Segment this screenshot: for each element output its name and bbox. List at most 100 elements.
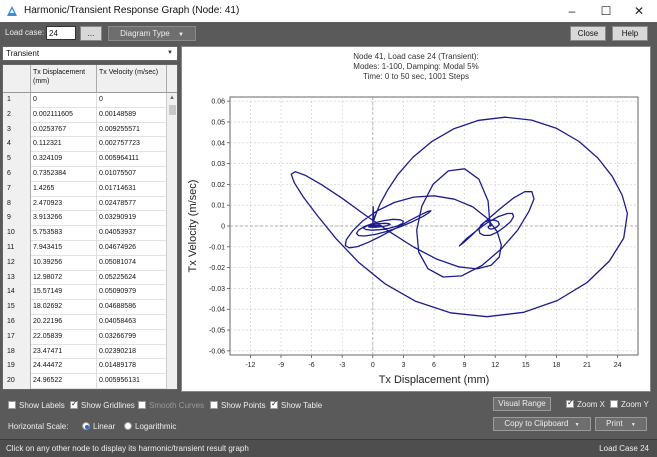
y-tick-label: -0.04: [209, 307, 225, 314]
velocity-cell: 0.04058463: [99, 318, 136, 325]
x-tick-label: 15: [522, 362, 530, 369]
table-row[interactable]: 2 0.002111605 0.00148589: [3, 107, 167, 123]
left-panel: Transient ▼ Tx Displacement (mm) Tx Velo…: [2, 46, 178, 392]
chart-title-line: Modes: 1-100, Damping: Modal 5%: [353, 62, 478, 71]
analysis-mode-select[interactable]: Transient ▼: [2, 46, 178, 61]
row-number-cell: 3: [3, 122, 31, 138]
show-gridlines-checkbox[interactable]: Show Gridlines: [70, 399, 135, 410]
table-row[interactable]: 4 0.112321 0.002757723: [3, 137, 167, 153]
row-number-cell: 16: [3, 315, 31, 330]
app-logo-icon: [7, 6, 17, 16]
table-row[interactable]: 13 12.98072 0.05225624: [3, 270, 167, 286]
velocity-cell: 0.00148589: [99, 110, 136, 118]
table-row[interactable]: 6 0.7352384 0.01075507: [3, 167, 167, 182]
status-bar: Click on any other node to display its h…: [0, 439, 657, 457]
x-tick-label: -6: [308, 362, 314, 369]
velocity-cell: 0.01714631: [99, 184, 136, 192]
show-labels-checkbox[interactable]: Show Labels: [8, 401, 65, 410]
x-axis-label: Tx Displacement (mm): [379, 374, 490, 386]
row-number-cell: 8: [3, 196, 31, 212]
table-row[interactable]: 3 0.0253767 0.009255571: [3, 122, 167, 138]
radio-unselected: [124, 422, 132, 430]
copy-to-clipboard-dropdown[interactable]: Copy to Clipboard ▼: [493, 417, 591, 431]
linear-radio[interactable]: Linear: [82, 422, 115, 431]
table-row[interactable]: 16 20.22196 0.04058463: [3, 315, 167, 330]
results-table[interactable]: Tx Displacement (mm) Tx Velocity (m/sec)…: [2, 64, 178, 390]
load-case-input[interactable]: [46, 26, 76, 40]
displacement-cell: 5.753583: [33, 226, 97, 241]
scroll-up-icon[interactable]: ▲: [169, 95, 175, 101]
velocity-cell: 0.04053937: [99, 229, 136, 237]
show-table-checkbox[interactable]: Show Table: [270, 399, 322, 410]
velocity-cell: 0.005964111: [99, 155, 139, 163]
velocity-cell: 0.04674926: [99, 244, 136, 251]
table-row[interactable]: 14 15.57149 0.05090979: [3, 285, 167, 301]
checkbox-box: [8, 401, 16, 409]
zoom-x-text: Zoom X: [577, 400, 606, 409]
zoom-x-checkbox[interactable]: Zoom X: [566, 398, 606, 409]
displacement-cell: 18.02692: [33, 300, 97, 315]
velocity-cell: 0.03290919: [99, 214, 136, 222]
row-number-cell: 13: [3, 270, 31, 286]
chevron-down-icon: ▼: [177, 32, 184, 38]
velocity-cell: 0.01075507: [99, 170, 136, 177]
displacement-cell: 3.913266: [33, 211, 97, 227]
table-row[interactable]: 9 3.913266 0.03290919: [3, 211, 167, 227]
velocity-cell: 0.03266799: [99, 332, 136, 340]
table-row[interactable]: 5 0.324109 0.005964111: [3, 152, 167, 167]
phase-plot[interactable]: Node 41, Load case 24 (Transient):Modes:…: [182, 47, 650, 391]
maximize-button[interactable]: ☐: [589, 0, 623, 22]
table-row[interactable]: 20 24.96522 0.005956131: [3, 374, 167, 389]
displacement-cell: 2.470923: [33, 196, 97, 212]
zoom-y-checkbox[interactable]: Zoom Y: [610, 400, 649, 409]
x-tick-label: -9: [278, 362, 284, 369]
help-button[interactable]: Help: [612, 26, 648, 41]
row-number-cell: 7: [3, 181, 31, 197]
checkbox-box-checked: [70, 399, 78, 409]
table-row[interactable]: 18 23.47471 0.02390218: [3, 344, 167, 360]
row-number-cell: 4: [3, 137, 31, 153]
chevron-down-icon: ▼: [167, 50, 173, 56]
velocity-cell: 0.02390218: [99, 347, 136, 355]
table-row[interactable]: 17 22.05839 0.03266799: [3, 329, 167, 345]
x-tick-label: 6: [432, 362, 436, 369]
x-tick-label: 3: [401, 362, 405, 369]
status-load-case: Load Case 24: [599, 444, 649, 453]
visual-range-button[interactable]: Visual Range: [493, 397, 551, 411]
close-window-button[interactable]: ✕: [622, 0, 656, 22]
chart-panel: Node 41, Load case 24 (Transient): Modes:…: [181, 46, 651, 392]
minimize-button[interactable]: –: [555, 0, 589, 22]
row-number-cell: 18: [3, 344, 31, 360]
print-dropdown[interactable]: Print ▼: [595, 417, 647, 431]
column-header-velocity[interactable]: Tx Velocity (m/sec): [97, 65, 167, 93]
table-row[interactable]: 11 7.943415 0.04674926: [3, 241, 167, 256]
displacement-cell: 23.47471: [33, 344, 97, 360]
radio-selected: [82, 422, 90, 430]
horizontal-scale-label: Horizontal Scale:: [8, 422, 69, 431]
logarithmic-radio[interactable]: Logarithmic: [124, 422, 176, 431]
copy-to-clipboard-label: Copy to Clipboard: [504, 419, 569, 428]
scrollbar-thumb[interactable]: [169, 105, 176, 115]
table-row[interactable]: 100: [3, 93, 167, 108]
table-row[interactable]: 7 1.4265 0.01714631: [3, 181, 167, 197]
table-row[interactable]: 19 24.44472 0.01489178: [3, 359, 167, 375]
displacement-cell: 24.96522: [33, 374, 97, 389]
diagram-type-dropdown[interactable]: Diagram Type ▼: [108, 26, 196, 41]
table-row[interactable]: 15 18.02692 0.04688586: [3, 300, 167, 315]
table-row[interactable]: 12 10.39256 0.05081074: [3, 255, 167, 271]
velocity-cell: 0.01489178: [99, 362, 136, 370]
show-points-checkbox[interactable]: Show Points: [210, 401, 265, 410]
row-number-cell: 10: [3, 226, 31, 241]
table-row[interactable]: 8 2.470923 0.02478577: [3, 196, 167, 212]
zoom-y-text: Zoom Y: [621, 400, 649, 409]
smooth-curves-text: Smooth Curves: [149, 401, 205, 410]
column-header-displacement[interactable]: Tx Displacement (mm): [31, 65, 97, 93]
displacement-cell: 20.22196: [33, 315, 97, 330]
table-scrollbar[interactable]: ▲: [166, 93, 177, 389]
displacement-cell: 0: [33, 93, 97, 108]
close-button[interactable]: Close: [570, 26, 606, 41]
displacement-cell: 24.44472: [33, 359, 97, 375]
table-row[interactable]: 10 5.753583 0.04053937: [3, 226, 167, 241]
load-case-browse-button[interactable]: ...: [80, 26, 102, 41]
y-tick-label: 0.02: [211, 182, 225, 189]
